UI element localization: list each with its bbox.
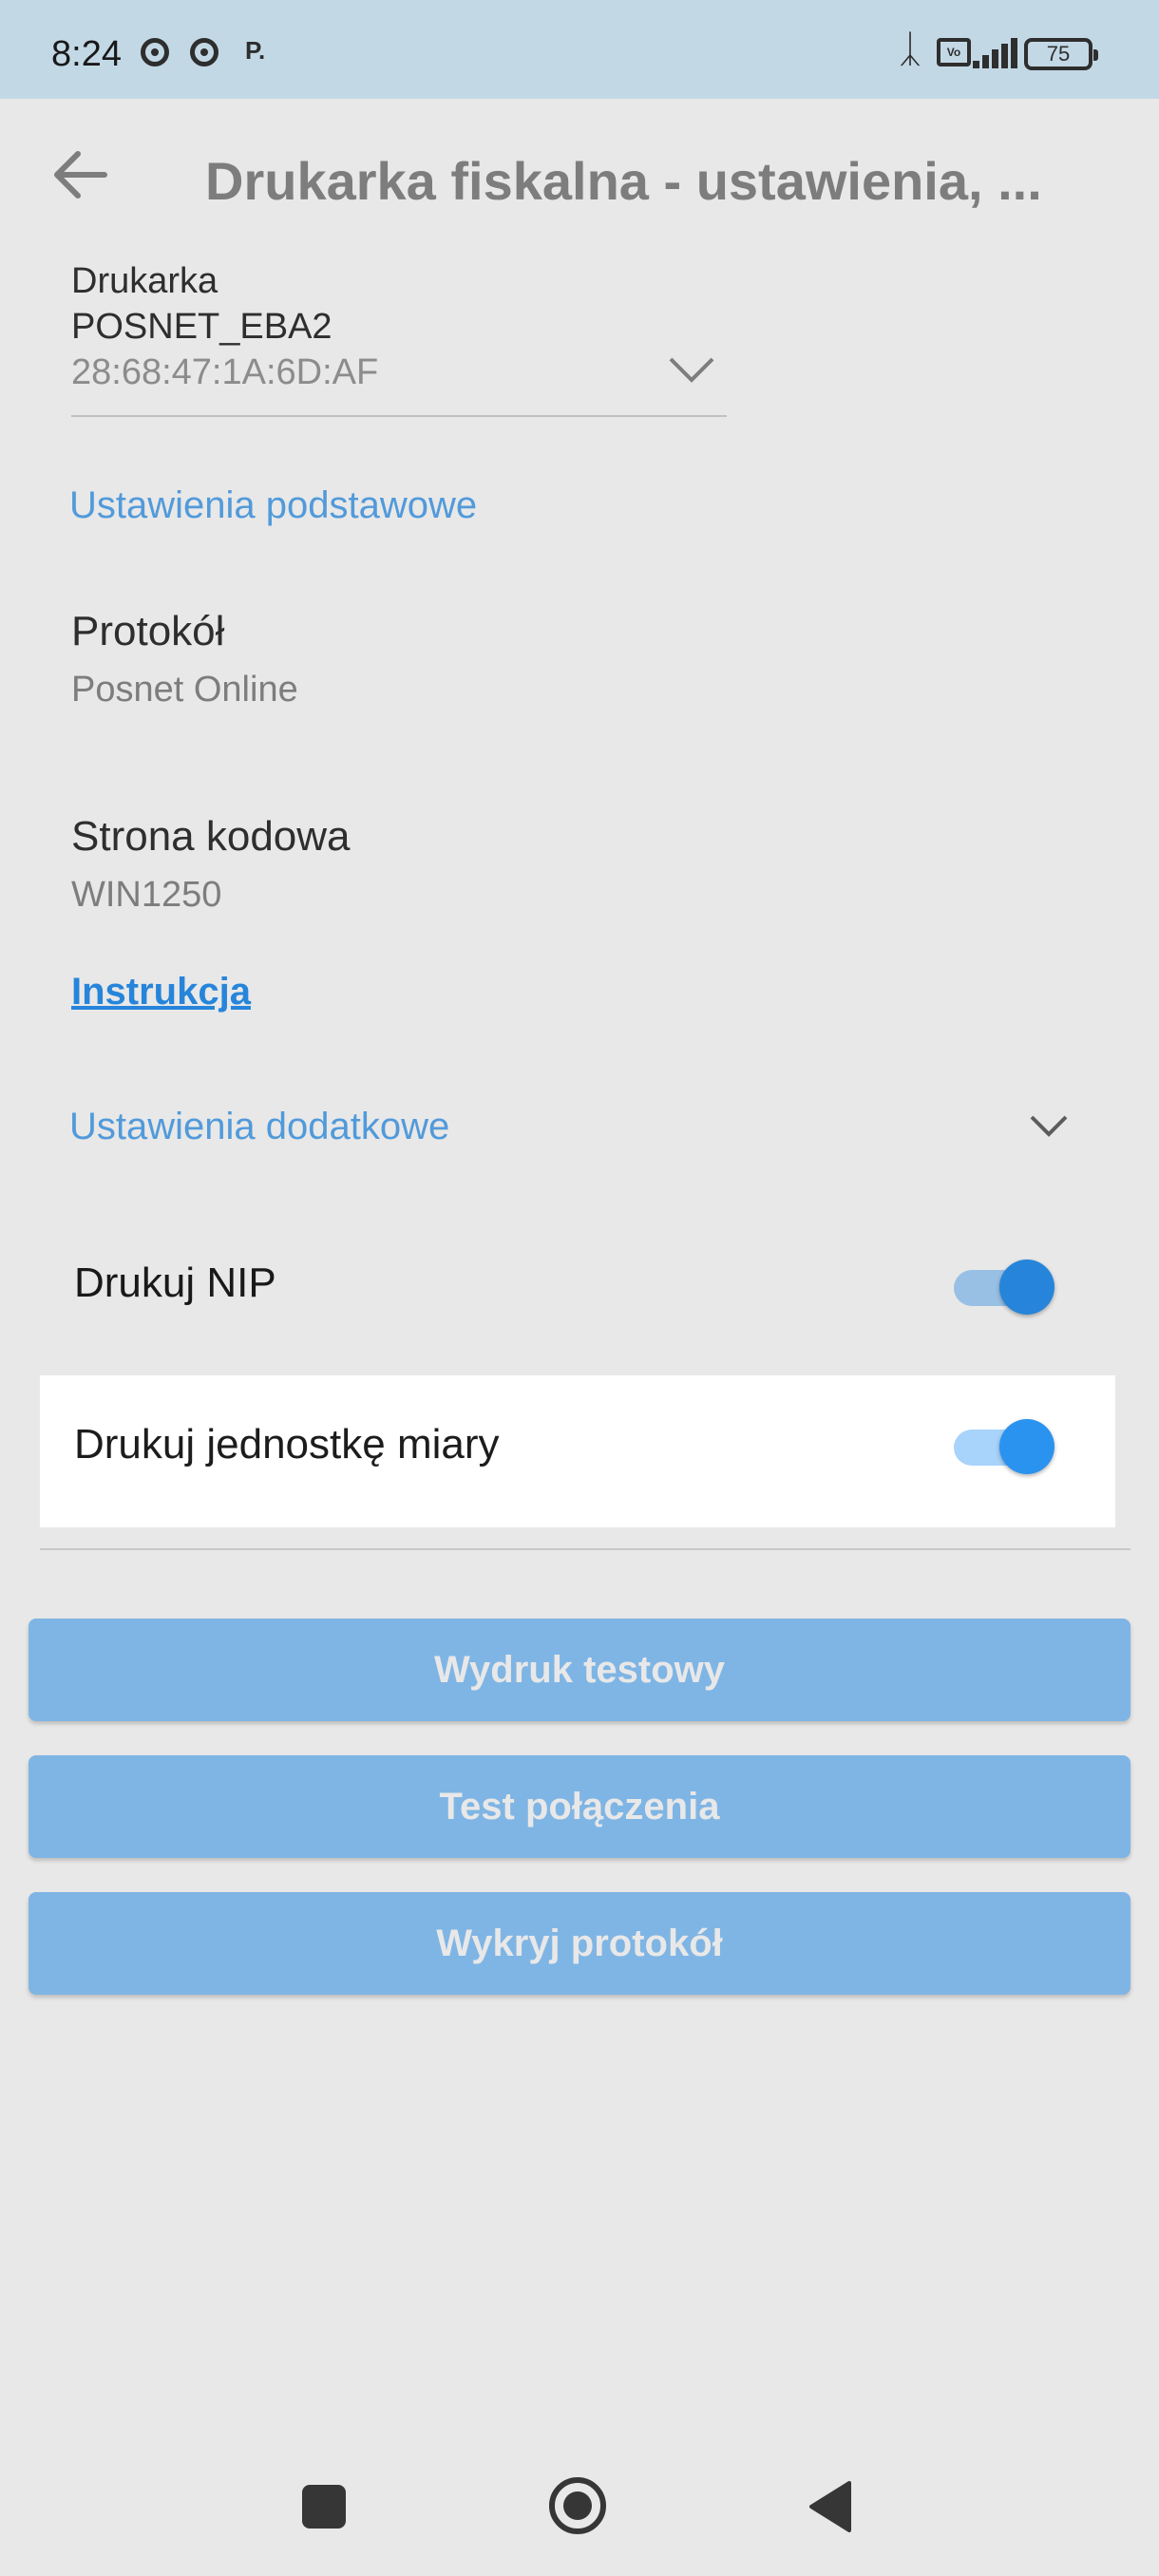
- test-print-button[interactable]: Wydruk testowy: [28, 1619, 1130, 1721]
- divider: [40, 1548, 1130, 1550]
- printer-name: POSNET_EBA2: [71, 307, 332, 347]
- protocol-label: Protokół: [71, 608, 225, 654]
- printer-label: Drukarka: [71, 261, 218, 301]
- instruction-link[interactable]: Instrukcja: [71, 971, 251, 1013]
- chevron-down-icon[interactable]: [1026, 1109, 1072, 1144]
- chrome-icon: [190, 38, 218, 66]
- section-extra-title[interactable]: Ustawienia dodatkowe: [69, 1106, 449, 1148]
- home-icon[interactable]: [549, 2477, 606, 2534]
- dim-overlay: [0, 1375, 40, 1527]
- codepage-value: WIN1250: [71, 875, 222, 915]
- toggle-switch-print-unit[interactable]: [950, 1417, 1056, 1474]
- toggle-switch-print-nip[interactable]: [950, 1258, 1056, 1315]
- chrome-icon: [141, 38, 169, 66]
- bluetooth-icon: ᛣ: [899, 28, 922, 70]
- test-connection-button[interactable]: Test połączenia: [28, 1755, 1130, 1858]
- toggle-label-print-nip: Drukuj NIP: [74, 1260, 276, 1306]
- page-title: Drukarka fiskalna - ustawienia, ...: [205, 151, 1042, 211]
- status-time: 8:24: [51, 34, 122, 74]
- toggle-row-print-unit[interactable]: Drukuj jednostkę miary: [40, 1375, 1115, 1527]
- codepage-label: Strona kodowa: [71, 813, 351, 860]
- printer-mac: 28:68:47:1A:6D:AF: [71, 352, 379, 392]
- back-triangle-icon[interactable]: [808, 2481, 851, 2532]
- arrow-left-icon[interactable]: [49, 144, 110, 205]
- dim-overlay: [1115, 1375, 1159, 1527]
- detect-protocol-button[interactable]: Wykryj protokół: [28, 1892, 1130, 1995]
- vowifi-icon: Vo: [937, 38, 971, 66]
- recent-apps-icon[interactable]: [302, 2485, 346, 2529]
- toggle-thumb: [999, 1260, 1054, 1315]
- signal-5g-icon: [973, 34, 1017, 68]
- printer-underline: [71, 415, 727, 417]
- p-icon: P.: [245, 36, 266, 65]
- battery-icon: 75: [1024, 38, 1098, 70]
- chevron-down-icon[interactable]: [665, 350, 718, 388]
- section-basic-title: Ustawienia podstawowe: [69, 484, 478, 526]
- toggle-label-print-unit: Drukuj jednostkę miary: [74, 1421, 500, 1468]
- toggle-thumb: [999, 1419, 1054, 1474]
- status-bar: 8:24 P. ᛣ Vo 75: [0, 0, 1159, 99]
- protocol-value: Posnet Online: [71, 670, 298, 710]
